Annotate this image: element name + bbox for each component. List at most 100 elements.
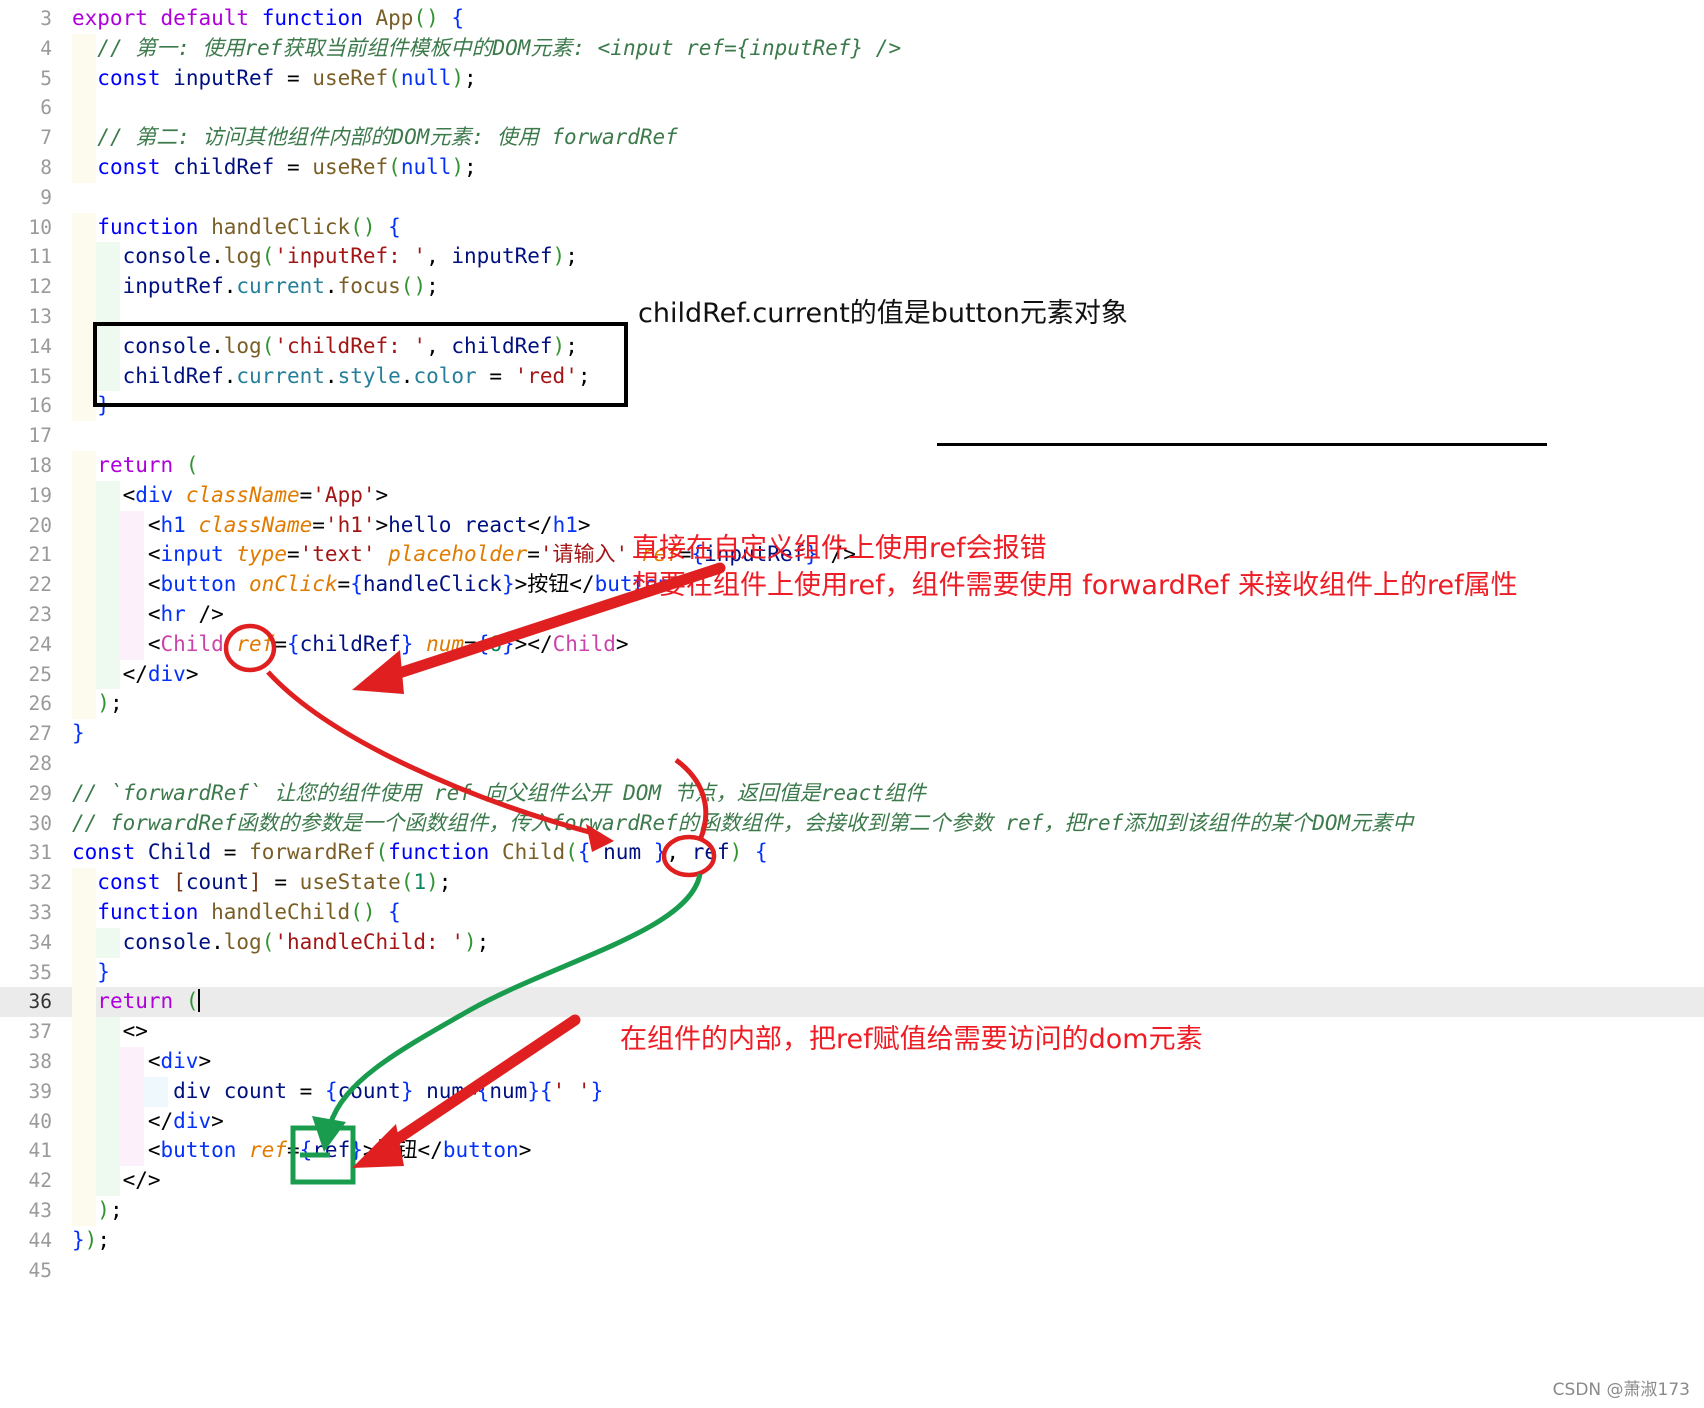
code-text: </> xyxy=(122,1168,161,1193)
line-number: 17 xyxy=(28,424,52,448)
code-line[interactable]: 35 } xyxy=(0,957,1704,988)
code-line[interactable]: 7 // 第二: 访问其他组件内部的DOM元素: 使用 forwardRef xyxy=(0,123,1704,153)
code-line[interactable]: 5 const inputRef = useRef(null); xyxy=(0,63,1704,94)
code-line[interactable]: 39 div count = {count} num={num}{' '} xyxy=(0,1076,1704,1107)
line-number: 28 xyxy=(28,752,52,775)
line-number: 14 xyxy=(28,334,52,358)
code-text: console.log('handleChild: '); xyxy=(122,929,490,954)
line-number: 29 xyxy=(28,781,52,805)
code-line[interactable]: 33 function handleChild() { xyxy=(0,898,1704,928)
line-number: 30 xyxy=(28,811,52,835)
code-line[interactable]: 31 const Child = forwardRef(function Chil… xyxy=(0,838,1704,868)
line-number: 41 xyxy=(28,1139,52,1163)
line-number: 40 xyxy=(28,1109,52,1133)
code-text: inputRef.current.focus(); xyxy=(122,274,439,299)
line-number: 23 xyxy=(28,603,52,626)
code-line[interactable]: 29 // `forwardRef` 让您的组件使用 ref 向父组件公开 DOM… xyxy=(0,779,1704,809)
code-text: </div> xyxy=(122,661,199,686)
code-line[interactable]: 24 <Child ref={childRef} num={6}></Child… xyxy=(0,629,1704,660)
code-line[interactable]: 28 xyxy=(0,749,1704,779)
line-number: 18 xyxy=(28,454,52,477)
line-number: 32 xyxy=(28,871,52,895)
line-number: 34 xyxy=(28,930,52,954)
line-number: 31 xyxy=(28,841,52,865)
code-line[interactable]: 36 return ( xyxy=(0,987,1704,1018)
code-text: // forwardRef函数的参数是一个函数组件，传入forwardRef的函… xyxy=(72,810,1414,835)
code-text: <div> xyxy=(147,1049,212,1073)
code-text: <h1 className='h1'>hello react</h1> xyxy=(147,512,591,537)
code-line[interactable]: 45 xyxy=(0,1256,1704,1286)
code-text: const childRef = useRef(null); xyxy=(97,155,477,179)
code-line[interactable]: 6 xyxy=(0,93,1704,124)
code-line[interactable]: 32 const [count] = useState(1); xyxy=(0,868,1704,898)
code-line[interactable]: 9 xyxy=(0,183,1704,213)
code-line[interactable]: 26 ); xyxy=(0,689,1704,720)
line-number: 36 xyxy=(28,990,52,1014)
line-number: 38 xyxy=(28,1050,52,1073)
code-text: <div className='App'> xyxy=(122,482,389,507)
code-line[interactable]: 25 </div> xyxy=(0,659,1704,690)
code-line[interactable]: 40 </div> xyxy=(0,1106,1704,1137)
code-text: const inputRef = useRef(null); xyxy=(97,65,477,90)
code-line[interactable]: 41 <button ref={ref}>按钮</button> xyxy=(0,1136,1704,1167)
line-number: 15 xyxy=(28,364,52,388)
line-number: 20 xyxy=(28,513,52,537)
code-text: console.log('inputRef: ', inputRef); xyxy=(122,244,578,269)
code-text: // `forwardRef` 让您的组件使用 ref 向父组件公开 DOM 节… xyxy=(72,780,926,805)
code-line[interactable]: 43 ); xyxy=(0,1196,1704,1226)
code-text: export default function App() { xyxy=(72,6,465,30)
code-line[interactable]: 34 console.log('handleChild: '); xyxy=(0,927,1704,958)
code-text: div count = {count} num={num}{' '} xyxy=(173,1078,604,1103)
code-text: } xyxy=(72,721,85,746)
code-screenshot: 3 export default function App() { 4 // 第一:… xyxy=(0,0,1704,1408)
code-text: <> xyxy=(122,1019,148,1044)
code-line[interactable]: 17 xyxy=(0,421,1704,451)
line-number: 43 xyxy=(28,1199,52,1222)
line-number: 21 xyxy=(28,543,52,567)
line-number: 8 xyxy=(40,156,52,179)
line-number: 16 xyxy=(28,394,52,418)
line-number: 35 xyxy=(28,960,52,984)
line-number: 24 xyxy=(28,632,52,656)
code-editor[interactable]: 3 export default function App() { 4 // 第一:… xyxy=(0,0,1704,1408)
code-line[interactable]: 18 return ( xyxy=(0,451,1704,481)
line-number: 42 xyxy=(28,1169,52,1193)
code-line[interactable]: 44}); xyxy=(0,1226,1704,1256)
code-line[interactable]: 27} xyxy=(0,719,1704,749)
code-line[interactable]: 11 console.log('inputRef: ', inputRef); xyxy=(0,242,1704,273)
code-line[interactable]: 23 <hr /> xyxy=(0,600,1704,630)
line-number: 27 xyxy=(28,722,52,746)
line-number: 11 xyxy=(28,245,52,269)
line-number: 3 xyxy=(40,7,52,30)
code-line[interactable]: 4 // 第一: 使用ref获取当前组件模板中的DOM元素: <input re… xyxy=(0,33,1704,64)
code-line[interactable]: 19 <div className='App'> xyxy=(0,480,1704,511)
code-line[interactable]: 30 // forwardRef函数的参数是一个函数组件，传入forwardRef… xyxy=(0,809,1704,839)
line-number: 25 xyxy=(28,662,52,686)
code-text: const [count] = useState(1); xyxy=(97,870,452,895)
code-line[interactable]: 42 </> xyxy=(0,1166,1704,1196)
code-text: ); xyxy=(97,691,123,716)
line-number: 39 xyxy=(28,1079,52,1103)
line-number: 45 xyxy=(28,1258,52,1282)
line-number: 26 xyxy=(28,692,52,716)
code-text: const Child = forwardRef(function Child(… xyxy=(72,840,768,865)
code-text: </div> xyxy=(147,1108,224,1133)
code-line[interactable]: 3 export default function App() { xyxy=(0,4,1704,34)
code-text: // 第二: 访问其他组件内部的DOM元素: 使用 forwardRef xyxy=(97,125,678,150)
code-text: <button ref={ref}>按钮</button> xyxy=(147,1138,532,1163)
black-underline xyxy=(937,443,1547,446)
code-text: return ( xyxy=(97,989,201,1014)
line-number: 22 xyxy=(28,573,52,597)
code-line[interactable]: 10 function handleClick() { xyxy=(0,212,1704,243)
line-number: 37 xyxy=(28,1020,52,1044)
code-text: ); xyxy=(97,1198,123,1222)
line-number: 7 xyxy=(40,126,52,150)
code-text: <hr /> xyxy=(147,602,224,626)
annotation-forwardref-usage: 想要在组件上使用ref，组件需要使用 forwardRef 来接收组件上的ref… xyxy=(632,570,1518,601)
code-text: return ( xyxy=(97,453,199,477)
code-line[interactable]: 8 const childRef = useRef(null); xyxy=(0,153,1704,183)
code-text: }); xyxy=(72,1227,110,1252)
line-number: 13 xyxy=(28,305,52,328)
text-caret xyxy=(198,989,201,1013)
